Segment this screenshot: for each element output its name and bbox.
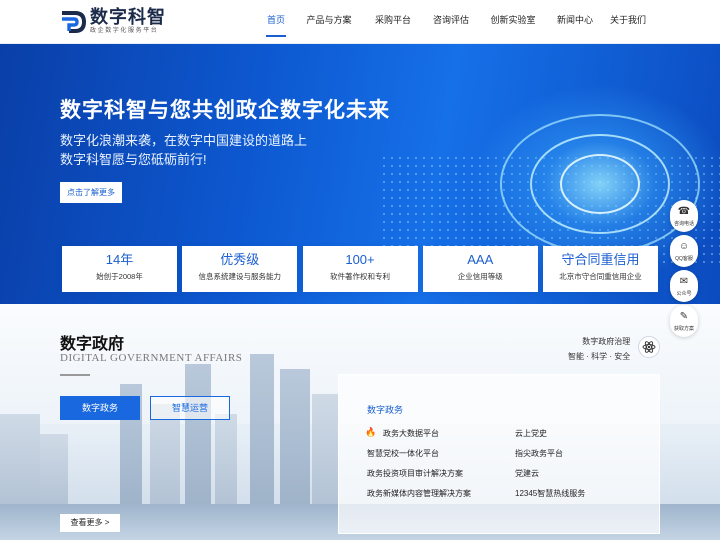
document-icon: ✎	[679, 310, 689, 322]
stat-desc: 信息系统建设与服务能力	[198, 272, 282, 281]
stat-desc: 企业信用等级	[457, 272, 503, 281]
stat-card: AAA 企业信用等级	[422, 246, 538, 292]
nav-about[interactable]: 关于我们	[604, 0, 652, 44]
side-contact-phone[interactable]: ☎ 咨询电话	[670, 200, 698, 232]
side-label: 公众号	[676, 290, 692, 297]
nav-products[interactable]: 产品与方案	[294, 0, 364, 44]
logo[interactable]: 数字科智 政企数字化服务平台	[60, 8, 166, 35]
skyline-building	[280, 369, 310, 504]
hero-line-1: 数字化浪潮来袭，在数字中国建设的道路上	[60, 133, 308, 148]
nav-consulting[interactable]: 咨询评估	[422, 0, 480, 44]
hero-headline: 数字科智与您共创政企数字化未来	[60, 99, 390, 122]
panel-link[interactable]: 政务投资项目审计解决方案	[367, 468, 463, 479]
panel-link[interactable]: 政务大数据平台	[383, 428, 439, 439]
side-label: 咨询电话	[673, 220, 694, 227]
side-label: 获取方案	[673, 325, 694, 332]
stat-card: 守合同重信用 北京市守合同重信用企业	[543, 246, 658, 292]
view-more-button[interactable]: 查看更多 >	[60, 514, 120, 532]
phone-icon: ☎	[677, 205, 691, 217]
stat-value: 100+	[345, 252, 375, 267]
logo-title: 数字科智	[90, 7, 166, 27]
panel-link[interactable]: 党建云	[515, 468, 539, 479]
skyline-building	[185, 364, 211, 504]
tab-smart-operations[interactable]: 智慧运营	[150, 396, 230, 420]
logo-mark-icon	[62, 10, 86, 33]
stat-desc: 北京市守合同重信用企业	[559, 272, 642, 281]
stat-card: 100+ 软件著作权和专利	[302, 246, 418, 292]
atom-icon	[638, 336, 660, 358]
logo-subtitle: 政企数字化服务平台	[90, 28, 159, 34]
side-wechat[interactable]: ✉ 公众号	[670, 270, 698, 302]
skyline-building	[40, 434, 68, 504]
nav-procurement[interactable]: 采购平台	[364, 0, 422, 44]
stat-value: 守合同重信用	[561, 252, 640, 267]
stat-value: 14年	[105, 252, 134, 267]
gov-tag-line-2: 智能 · 科学 · 安全	[568, 352, 631, 361]
skyline-building	[250, 354, 274, 504]
panel-link[interactable]: 12345智慧热线服务	[515, 488, 585, 499]
site-header: 数字科智 政企数字化服务平台 首页 产品与方案 采购平台 咨询评估 创新实验室 …	[0, 0, 720, 44]
hero-line-2: 数字科智愿与您砥砺前行!	[60, 152, 207, 167]
nav-home[interactable]: 首页	[258, 0, 294, 44]
digital-government-section: 数字政府 DIGITAL GOVERNMENT AFFAIRS 数字政府治理 智…	[0, 304, 720, 540]
side-qq-service[interactable]: ☺ QQ客服	[670, 235, 698, 267]
side-label: QQ客服	[675, 255, 693, 262]
nav-news[interactable]: 新闻中心	[546, 0, 604, 44]
stat-value: AAA	[467, 252, 494, 267]
stat-desc: 始创于2008年	[96, 272, 143, 281]
tab-digital-affairs[interactable]: 数字政务	[60, 396, 140, 420]
stat-card: 优秀级 信息系统建设与服务能力	[182, 246, 298, 292]
qq-icon: ☺	[678, 240, 690, 252]
panel-link[interactable]: 智慧党校一体化平台	[367, 448, 439, 459]
section-divider	[60, 374, 90, 376]
panel-link[interactable]: 指尖政务平台	[515, 448, 563, 459]
side-get-plan[interactable]: ✎ 获取方案	[670, 305, 698, 337]
gov-tag: 数字政府治理 智能 · 科学 · 安全	[568, 336, 630, 362]
gov-tag-line-1: 数字政府治理	[582, 337, 631, 346]
learn-more-button[interactable]: 点击了解更多	[60, 182, 122, 203]
skyline-building	[215, 414, 237, 504]
skyline-building	[0, 414, 40, 504]
stats-bar: 14年 始创于2008年 优秀级 信息系统建设与服务能力 100+ 软件著作权和…	[62, 246, 658, 292]
panel-link[interactable]: 政务新媒体内容管理解决方案	[367, 488, 471, 499]
panel-link[interactable]: 云上党史	[515, 428, 547, 439]
nav-innovation-lab[interactable]: 创新实验室	[480, 0, 546, 44]
panel-title: 数字政务	[367, 405, 404, 415]
stat-card: 14年 始创于2008年	[62, 246, 177, 292]
section-title: 数字政府	[60, 336, 125, 353]
section-subtitle: DIGITAL GOVERNMENT AFFAIRS	[60, 352, 243, 364]
solutions-panel: 数字政务 🔥 政务大数据平台 云上党史 智慧党校一体化平台 指尖政务平台 政务投…	[338, 374, 660, 534]
fire-icon: 🔥	[365, 427, 377, 437]
hero-ring	[560, 154, 640, 214]
stat-value: 优秀级	[220, 252, 260, 267]
main-nav: 首页 产品与方案 采购平台 咨询评估 创新实验室 新闻中心 关于我们	[258, 0, 652, 44]
stat-desc: 软件著作权和专利	[330, 272, 390, 281]
skyline-building	[312, 394, 338, 504]
wechat-icon: ✉	[679, 275, 689, 287]
side-float-bar: ☎ 咨询电话 ☺ QQ客服 ✉ 公众号 ✎ 获取方案	[670, 200, 698, 340]
